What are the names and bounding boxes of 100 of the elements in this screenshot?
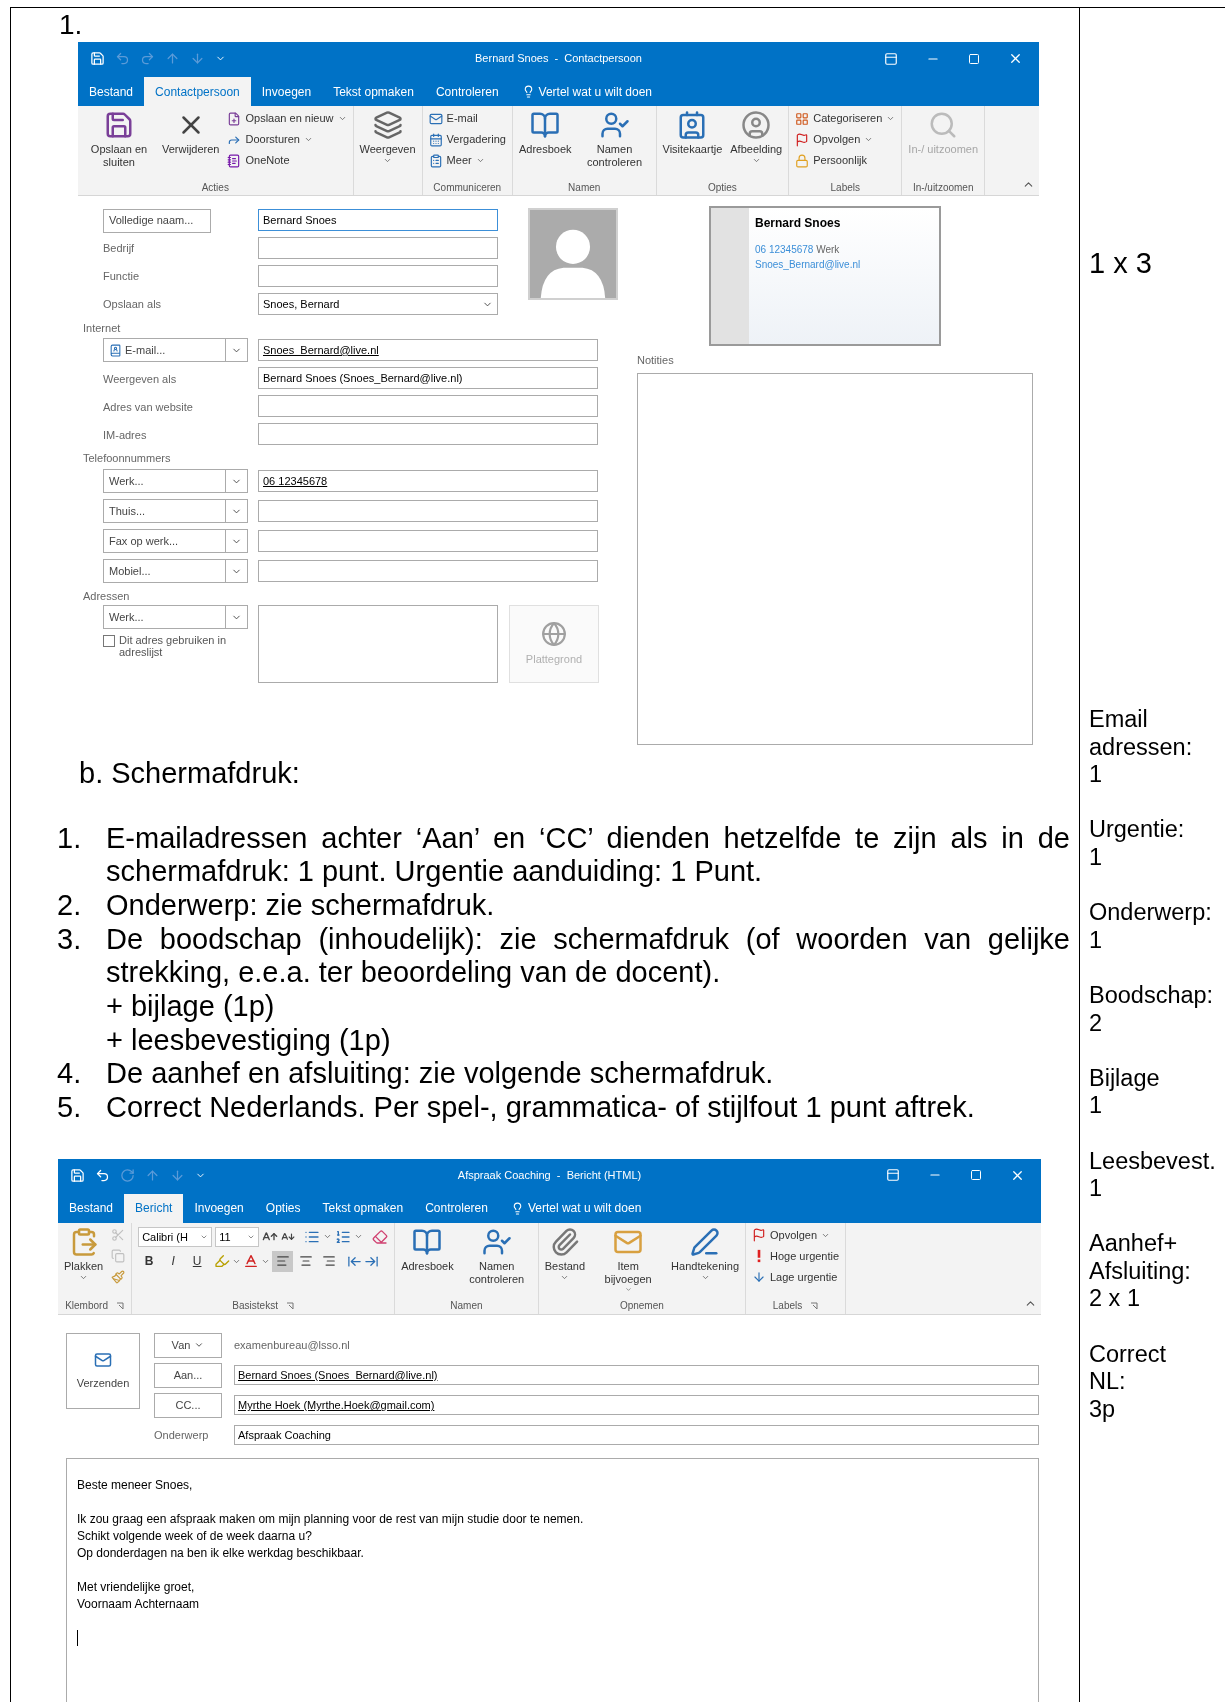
text-field[interactable] <box>258 500 598 522</box>
save-icon[interactable] <box>70 1167 85 1183</box>
text-field[interactable] <box>258 530 598 552</box>
font-size-dropdown[interactable]: 11 <box>215 1226 260 1247</box>
ribbon-display-icon[interactable] <box>884 51 898 66</box>
send-button[interactable]: Verzenden <box>66 1332 140 1409</box>
ribbon-button[interactable]: E-mail <box>425 108 509 129</box>
dialog-launcher-icon[interactable] <box>115 1301 124 1310</box>
flag-icon <box>752 1228 766 1243</box>
section-heading: Adressen <box>83 588 130 604</box>
text-field[interactable] <box>258 395 598 417</box>
ribbon-button[interactable]: Item bijvoegen <box>590 1224 667 1293</box>
ribbon-button[interactable]: Adresboek <box>398 1224 457 1293</box>
ribbon-tab[interactable]: Invoegen <box>183 1193 255 1223</box>
ribbon-button[interactable]: Bestand <box>541 1224 589 1293</box>
field-type-dropdown[interactable]: Fax op werk... <box>103 529 248 553</box>
clear-formatting-icon[interactable] <box>372 1228 389 1245</box>
ribbon-tab[interactable]: Tekst opmaken <box>311 1193 415 1223</box>
criterion-text: E-mailadressen achter ‘Aan’ en ‘CC’ dienden hetzelfde te zijn als in de schermafdruk: 1 punt. Urgentie aanduiding: 1 Punt. <box>106 821 1070 889</box>
close-icon[interactable] <box>1008 51 1023 66</box>
ribbon-button[interactable]: Handtekening <box>668 1224 742 1293</box>
ribbon-button[interactable]: Namen controleren <box>458 1224 535 1293</box>
photo-placeholder[interactable] <box>528 208 618 300</box>
card-phone: 06 12345678 Werk <box>755 243 841 257</box>
align-right-icon <box>321 1254 336 1269</box>
field-type-dropdown[interactable]: Thuis... <box>103 499 248 523</box>
font-name-dropdown[interactable]: Calibri (H <box>138 1226 213 1247</box>
recipient-button[interactable]: CC... <box>154 1392 222 1418</box>
text-field[interactable]: Bernard Snoes (Snoes_Bernard@live.nl) <box>258 367 598 389</box>
subject-field[interactable]: Afspraak Coaching <box>234 1425 1039 1446</box>
caret-icon <box>475 156 485 165</box>
ribbon-button[interactable]: Lage urgentie <box>749 1266 843 1288</box>
recipient-button[interactable]: Aan... <box>154 1362 222 1388</box>
dialog-launcher-icon[interactable] <box>285 1301 294 1310</box>
tell-me-search[interactable]: Vertel wat u wilt doen <box>498 1193 654 1223</box>
ribbon-button[interactable]: Verwijderen <box>159 108 223 176</box>
text-field[interactable] <box>258 265 498 287</box>
ribbon-tab[interactable]: Opties <box>254 1193 312 1223</box>
ribbon-tab[interactable]: Bestand <box>58 1193 125 1223</box>
ribbon-button[interactable]: Adresboek <box>515 108 575 176</box>
ribbon-button[interactable]: Vergadering <box>425 129 509 150</box>
ribbon-tab[interactable]: Tekst opmaken <box>322 77 425 106</box>
tell-me-search[interactable]: Vertel wat u wilt doen <box>509 77 664 106</box>
numbering-icon[interactable] <box>335 1228 352 1245</box>
caret-icon <box>303 135 313 144</box>
ribbon-button[interactable]: Weergeven <box>356 108 419 176</box>
card-name: Bernard Snoes <box>755 215 842 232</box>
maximize-icon[interactable] <box>970 1169 982 1182</box>
text-field[interactable]: Snoes, Bernard <box>258 293 498 315</box>
text-field[interactable] <box>258 560 598 582</box>
recipient-field[interactable]: Bernard Snoes (Snoes_Bernard@live.nl) <box>234 1365 1039 1386</box>
ribbon-button[interactable]: Plakken <box>61 1224 107 1293</box>
format-button[interactable]: I <box>162 1250 185 1272</box>
ribbon-tab[interactable]: Bestand <box>78 77 145 106</box>
field-type-dropdown[interactable]: Werk... <box>103 469 248 493</box>
ribbon-button[interactable]: Hoge urgentie <box>749 1245 843 1267</box>
address-field[interactable] <box>258 605 498 683</box>
message-body-field[interactable] <box>66 1457 1039 1702</box>
ribbon-tab[interactable]: Controleren <box>414 1193 499 1223</box>
highlight-icon[interactable] <box>214 1253 231 1270</box>
ribbon-tab[interactable]: Bericht <box>124 1193 184 1223</box>
ribbon-button[interactable]: Opvolgen <box>749 1224 843 1246</box>
format-button[interactable]: B <box>138 1250 161 1272</box>
text-field[interactable] <box>258 237 498 259</box>
ribbon-button[interactable]: Categoriseren <box>792 108 899 129</box>
text-field[interactable]: Snoes_Bernard@live.nl <box>258 339 598 361</box>
ribbon-tab[interactable]: Invoegen <box>250 77 323 106</box>
ribbon-button[interactable]: Afbeelding <box>727 108 786 176</box>
maximize-icon[interactable] <box>968 52 980 65</box>
dialog-launcher-icon[interactable] <box>810 1301 819 1310</box>
ribbon-button[interactable]: Opslaan en sluiten <box>81 108 157 176</box>
save-icon[interactable] <box>90 51 105 66</box>
font-color-icon[interactable] <box>243 1253 260 1270</box>
ribbon-button[interactable]: Persoonlijk <box>792 150 899 171</box>
ribbon-display-icon[interactable] <box>886 1168 900 1183</box>
notes-field[interactable] <box>637 372 1033 745</box>
field-type-dropdown[interactable]: E-mail... <box>103 338 248 362</box>
ribbon-tab[interactable]: Controleren <box>424 77 510 106</box>
ribbon-button[interactable]: Doorsturen <box>224 129 350 150</box>
full-name-field[interactable]: Bernard Snoes <box>258 209 498 231</box>
ribbon-button[interactable]: OneNote <box>224 150 350 171</box>
field-type-dropdown[interactable]: Werk... <box>103 605 248 629</box>
from-button[interactable]: Van <box>154 1332 222 1358</box>
text-field[interactable] <box>258 423 598 445</box>
window-title: Afspraak Coaching - Bericht (HTML) <box>456 1168 643 1184</box>
checkbox[interactable] <box>103 635 115 647</box>
ribbon-button[interactable]: Opvolgen <box>792 129 899 150</box>
undo-icon[interactable] <box>95 1167 110 1183</box>
field-type-dropdown[interactable]: Mobiel... <box>103 559 248 583</box>
ribbon-button[interactable]: Opslaan en nieuw <box>224 108 350 129</box>
format-button[interactable]: U <box>186 1250 209 1272</box>
ribbon-button[interactable]: Namen controleren <box>576 108 653 176</box>
ribbon-button[interactable]: Meer <box>425 150 509 171</box>
align-button[interactable] <box>272 1250 294 1272</box>
ribbon-tab[interactable]: Contactpersoon <box>144 77 251 106</box>
section-heading: Internet <box>83 320 121 336</box>
recipient-field[interactable]: Myrthe Hoek (Myrthe.Hoek@gmail.com) <box>234 1395 1039 1416</box>
text-field[interactable]: 06 12345678 <box>258 470 598 492</box>
full-name-button[interactable]: Volledige naam... <box>103 208 211 233</box>
ribbon-button[interactable]: Visitekaartje <box>659 108 726 176</box>
